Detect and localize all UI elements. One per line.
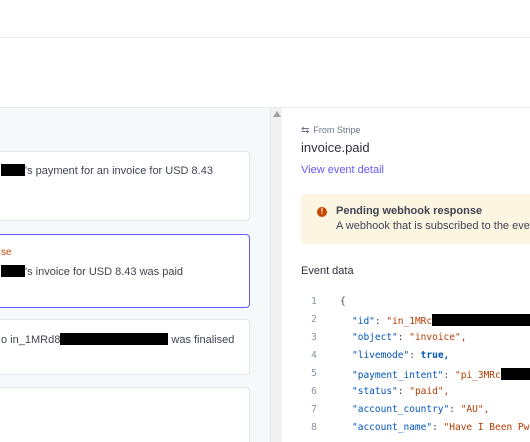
event-card-text-prefix: o in_1MRd8 (1, 334, 61, 346)
code-line: 4 "livemode": true, (301, 350, 449, 368)
code-line: 8 "account_name": "Have I Been Pwn (301, 422, 530, 440)
event-card[interactable]: o in_1MRd8 was finalised (0, 319, 250, 375)
line-number: 3 (311, 332, 317, 343)
event-type-title: invoice.paid (301, 140, 370, 155)
json-key: "status" (352, 386, 398, 397)
code-line: 2 "id": "in_1MRc (301, 314, 530, 332)
event-card-text: 's invoice for USD 8.43 was paid (25, 266, 184, 278)
json-value: "AU", (460, 404, 490, 415)
code-line: 3 "object": "invoice", (301, 332, 466, 350)
code-brace: { (340, 296, 346, 307)
event-card-status: se (1, 247, 12, 258)
redacted-block (1, 164, 25, 176)
event-card[interactable]: 's payment for an invoice for USD 8.43 (0, 151, 250, 221)
event-card-selected[interactable]: se 's invoice for USD 8.43 was paid (0, 234, 250, 308)
json-key: "object" (352, 332, 398, 343)
code-line: 5 "payment_intent": "pi_3MRc (301, 368, 530, 386)
redacted-block (432, 314, 530, 326)
banner-title: Pending webhook response (336, 205, 483, 217)
json-key: "account_name" (352, 422, 433, 433)
json-key: "account_country" (352, 404, 450, 415)
view-event-detail-link[interactable]: View event detail (301, 164, 384, 176)
json-value: "paid", (409, 386, 450, 397)
page-header (0, 38, 530, 108)
line-number: 5 (311, 368, 317, 379)
redacted-block (500, 368, 530, 380)
line-number: 8 (311, 422, 317, 433)
line-number: 2 (311, 314, 317, 325)
json-value: "pi_3MRc (454, 370, 501, 381)
json-value: true, (420, 350, 450, 361)
json-value: "in_1MRc (386, 316, 433, 327)
json-value: "Have I Been Pwn (443, 422, 530, 433)
json-key: "id" (352, 316, 375, 327)
line-number: 4 (311, 350, 317, 361)
code-line: 1 { (301, 296, 346, 314)
scroll-up-arrow-icon[interactable] (273, 111, 281, 117)
warning-icon: ! (317, 207, 327, 217)
json-key: "payment_intent" (352, 370, 444, 381)
line-number: 7 (311, 404, 317, 415)
redacted-block (60, 333, 169, 345)
line-number: 1 (311, 296, 317, 307)
event-detail-panel: ⇆ From Stripe invoice.paid View event det… (283, 108, 530, 442)
code-line: 7 "account_country": "AU", (301, 404, 489, 422)
event-source: ⇆ From Stripe (301, 125, 360, 136)
top-bar (0, 0, 530, 38)
redacted-block (1, 265, 25, 277)
pending-webhook-banner: ! Pending webhook response A webhook tha… (301, 194, 530, 244)
line-number: 6 (311, 386, 317, 397)
json-value: "invoice", (409, 332, 467, 343)
event-data-heading: Event data (301, 265, 354, 277)
banner-body: A webhook that is subscribed to the eve (336, 220, 530, 232)
event-card-text: 's payment for an invoice for USD 8.43 (25, 165, 213, 177)
json-key: "livemode" (352, 350, 410, 361)
swap-arrows-icon: ⇆ (301, 125, 310, 136)
scrollbar[interactable] (270, 108, 282, 442)
event-list: 's payment for an invoice for USD 8.43 s… (0, 108, 270, 442)
event-card-text-suffix: was finalised (168, 334, 235, 346)
event-source-label: From Stripe (313, 125, 361, 135)
code-line: 6 "status": "paid", (301, 386, 449, 404)
event-card[interactable] (0, 387, 250, 442)
